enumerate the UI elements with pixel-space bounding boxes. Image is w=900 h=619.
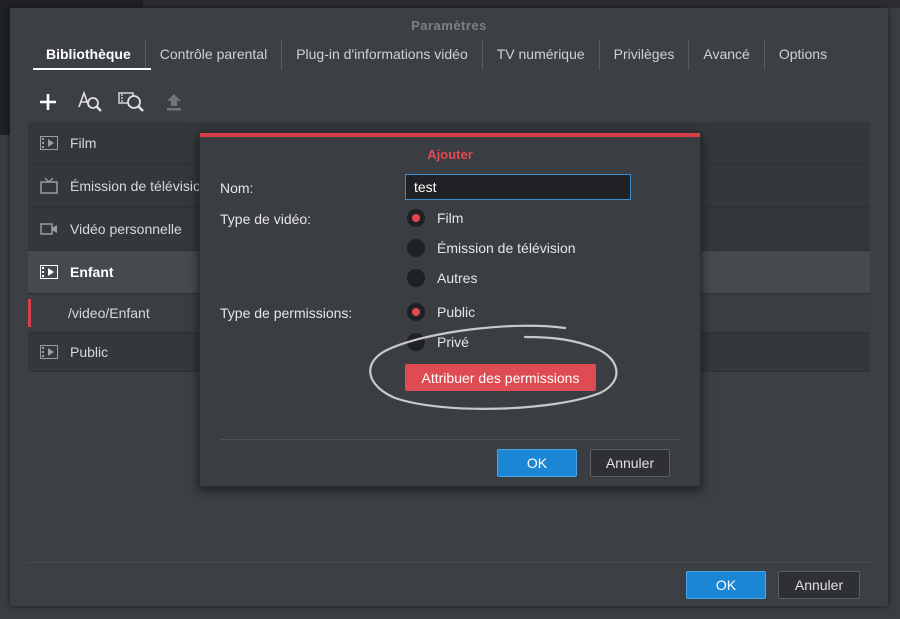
radio-label: Émission de télévision — [437, 240, 576, 256]
dialog-accent-bar — [200, 133, 700, 137]
selection-marker — [28, 299, 31, 327]
search-text-icon — [78, 90, 102, 112]
add-button[interactable] — [34, 88, 62, 116]
list-item-label: Film — [70, 135, 97, 151]
permission-type-label: Type de permissions: — [220, 305, 353, 321]
footer-divider — [28, 562, 870, 563]
radio-film[interactable]: Film — [407, 209, 463, 227]
search-text-button[interactable] — [76, 88, 104, 116]
dialog-ok-button[interactable]: OK — [497, 449, 577, 477]
tab-controle-parental[interactable]: Contrôle parental — [146, 40, 283, 70]
search-library-icon — [118, 92, 144, 112]
tab-options[interactable]: Options — [765, 40, 841, 70]
radio-label: Film — [437, 210, 464, 226]
add-dialog: Ajouter Nom: Type de vidéo: Film Émissio… — [199, 132, 701, 487]
name-label: Nom: — [220, 180, 254, 196]
search-library-button[interactable] — [118, 88, 146, 116]
radio-prive[interactable]: Privé — [407, 333, 469, 351]
radio-autres[interactable]: Autres — [407, 269, 477, 287]
radio-public[interactable]: Public — [407, 303, 475, 321]
radio-selected-icon — [407, 209, 425, 227]
dialog-title: Ajouter — [427, 147, 473, 162]
list-item-label: Public — [70, 344, 109, 360]
list-item-label: Vidéo personnelle — [70, 221, 182, 237]
radio-icon — [407, 239, 425, 257]
assign-permissions-button[interactable]: Attribuer des permissions — [405, 364, 596, 391]
window-title: Paramètres — [411, 18, 487, 33]
add-icon — [40, 94, 56, 110]
film-icon — [40, 135, 60, 151]
tab-bar: Bibliothèque Contrôle parental Plug-in d… — [32, 40, 841, 70]
tab-plugin-info-video[interactable]: Plug-in d'informations vidéo — [282, 40, 483, 70]
tv-icon — [40, 178, 60, 194]
upload-icon — [167, 94, 181, 111]
film-icon — [40, 264, 60, 280]
tab-avance[interactable]: Avancé — [689, 40, 765, 70]
active-tab-indicator — [33, 68, 151, 70]
list-item-label: Enfant — [70, 264, 114, 280]
radio-label: Public — [437, 304, 476, 320]
radio-label: Privé — [437, 334, 469, 350]
radio-icon — [407, 333, 425, 351]
tab-bibliotheque[interactable]: Bibliothèque — [32, 40, 146, 70]
tab-tv-numerique[interactable]: TV numérique — [483, 40, 600, 70]
radio-label: Autres — [437, 270, 478, 286]
video-type-label: Type de vidéo: — [220, 211, 312, 227]
background-edge — [0, 8, 10, 135]
radio-icon — [407, 269, 425, 287]
radio-selected-icon — [407, 303, 425, 321]
cancel-button[interactable]: Annuler — [778, 571, 860, 599]
film-icon — [40, 344, 60, 360]
background-panel — [0, 0, 143, 8]
radio-emission-tv[interactable]: Émission de télévision — [407, 239, 576, 257]
dialog-footer-divider — [220, 439, 680, 440]
list-item-label: Émission de télévision — [70, 178, 209, 194]
folder-path: /video/Enfant — [68, 305, 150, 321]
background-strip — [0, 0, 900, 8]
ok-button[interactable]: OK — [686, 571, 766, 599]
library-toolbar — [34, 88, 188, 116]
video-camera-icon — [40, 221, 60, 237]
name-input[interactable] — [405, 174, 631, 200]
tab-privileges[interactable]: Privilèges — [600, 40, 690, 70]
dialog-cancel-button[interactable]: Annuler — [590, 449, 670, 477]
upload-button[interactable] — [160, 88, 188, 116]
